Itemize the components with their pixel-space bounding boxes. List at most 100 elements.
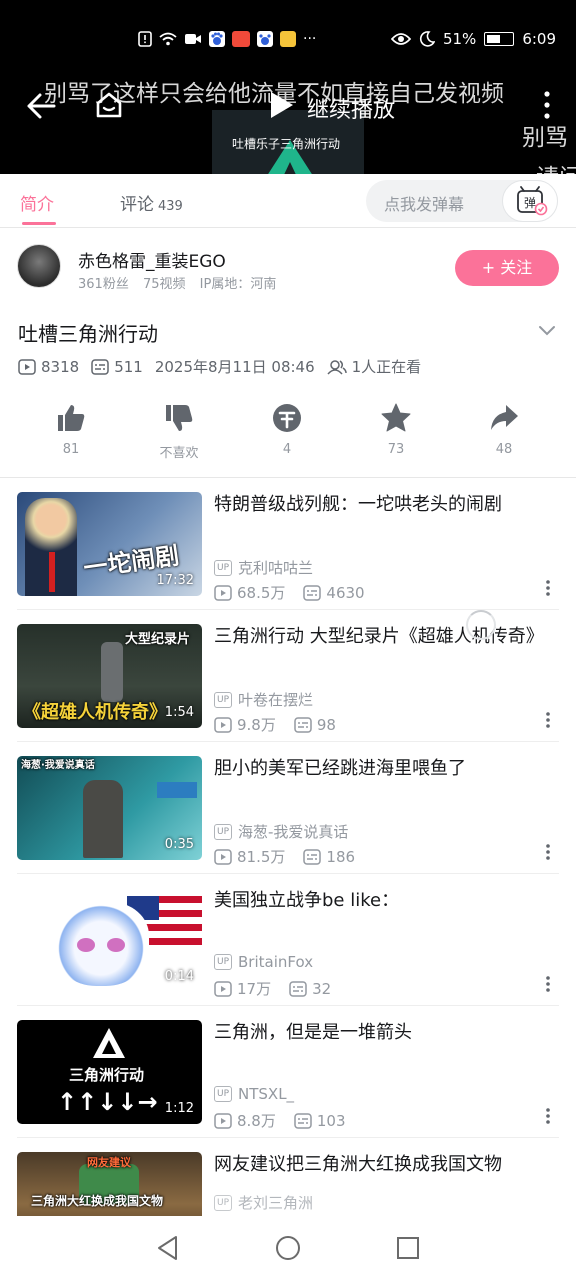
recents-square-icon[interactable] bbox=[394, 1234, 422, 1262]
dislike-button[interactable]: 不喜欢 bbox=[139, 400, 219, 461]
related-video-title[interactable]: 三角洲，但是是一堆箭头 bbox=[214, 1020, 554, 1046]
coin-count: 4 bbox=[282, 442, 292, 457]
related-play-count: 8.8万 bbox=[214, 1110, 276, 1131]
video-thumbnail[interactable]: 海葱·我爱说真话 0:35 bbox=[17, 756, 202, 860]
battery-percent: 51% bbox=[442, 30, 477, 48]
status-icons-left: ··· bbox=[138, 31, 316, 47]
related-video-title[interactable]: 美国独立战争be like： bbox=[214, 888, 554, 914]
favorite-button[interactable]: 73 bbox=[356, 400, 436, 457]
more-vertical-icon[interactable] bbox=[543, 1106, 553, 1126]
danmaku-toggle-button[interactable]: 弹 bbox=[502, 180, 558, 222]
video-thumbnail[interactable]: 0:14 bbox=[17, 888, 202, 992]
home-icon[interactable] bbox=[94, 90, 124, 120]
coin-button[interactable]: 4 bbox=[247, 400, 327, 457]
thumbnail-caption: 网友建议 bbox=[87, 1156, 131, 1169]
related-uploader: UP 克利咕咕兰 bbox=[214, 557, 313, 578]
play-count-value: 8318 bbox=[41, 357, 80, 376]
chevron-down-icon[interactable] bbox=[537, 320, 557, 340]
more-vertical-icon[interactable] bbox=[543, 710, 553, 730]
viewers-icon bbox=[327, 359, 347, 375]
uploader-fans: 361粉丝 bbox=[78, 277, 129, 292]
follow-button[interactable]: + 关注 bbox=[455, 250, 559, 286]
video-duration: 0:14 bbox=[164, 969, 194, 984]
related-video-title[interactable]: 胆小的美军已经跳进海里喂鱼了 bbox=[214, 756, 554, 782]
thumbnail-caption: ↑↑↓↓→ bbox=[57, 1088, 158, 1116]
list-item[interactable]: 海葱·我爱说真话 0:35 胆小的美军已经跳进海里喂鱼了 UP 海葱-我爱说真话 81.5… bbox=[17, 742, 559, 874]
list-item[interactable]: 0:14 美国独立战争be like： UP BritainFox 17万 32 bbox=[17, 874, 559, 1006]
more-vertical-icon[interactable] bbox=[543, 578, 553, 598]
video-player[interactable]: 吐槽乐子三角洲行动 ··· 51% 6:09 别骂了这样只会给他流量不如直接自己… bbox=[0, 0, 576, 174]
more-vertical-icon[interactable] bbox=[540, 90, 554, 120]
like-button[interactable]: 81 bbox=[31, 400, 111, 457]
related-play-count: 68.5万 bbox=[214, 582, 285, 603]
back-triangle-icon[interactable] bbox=[154, 1234, 182, 1262]
clock: 6:09 bbox=[522, 30, 556, 48]
video-stats: 8318 511 2025年8月11日 08:46 1人正在看 bbox=[18, 356, 433, 377]
status-bar: ··· 51% 6:09 bbox=[0, 28, 576, 56]
back-arrow-icon[interactable] bbox=[26, 92, 56, 120]
video-duration: 17:32 bbox=[156, 573, 194, 588]
play-icon[interactable] bbox=[266, 90, 296, 120]
related-uploader: UP 叶卷在摆烂 bbox=[214, 689, 313, 710]
uploader-name[interactable]: 赤色格雷_重装EGO bbox=[78, 247, 226, 272]
danmaku-comment: 别骂 bbox=[522, 125, 568, 151]
video-title: 吐槽三角洲行动 bbox=[18, 322, 158, 346]
danmaku-count-icon bbox=[91, 358, 109, 375]
up-badge-icon: UP bbox=[214, 1086, 233, 1102]
up-badge-icon: UP bbox=[214, 559, 233, 576]
alert-icon bbox=[138, 31, 152, 47]
related-danmaku-count-value: 103 bbox=[316, 1111, 346, 1130]
home-circle-icon[interactable] bbox=[274, 1234, 302, 1262]
thumbs-down-icon bbox=[166, 405, 193, 431]
video-thumbnail[interactable]: 三角洲行动 ↑↑↓↓→ 1:12 bbox=[17, 1020, 202, 1124]
avatar[interactable] bbox=[17, 244, 61, 288]
moon-icon bbox=[419, 31, 435, 47]
list-item[interactable]: 三角洲行动 ↑↑↓↓→ 1:12 三角洲，但是是一堆箭头 UP NTSXL_ 8.8万 103 bbox=[17, 1006, 559, 1138]
share-button[interactable]: 48 bbox=[464, 400, 544, 457]
danmaku-count: 511 bbox=[91, 358, 143, 376]
related-video-title[interactable]: 网友建议把三角洲大红换成我国文物 bbox=[214, 1152, 554, 1178]
tab-comments[interactable]: 评论 439 bbox=[120, 190, 183, 215]
watching-now: 1人正在看 bbox=[327, 356, 421, 377]
up-badge-icon: UP bbox=[214, 691, 233, 708]
favorite-count: 73 bbox=[387, 442, 405, 457]
danmaku-count-icon bbox=[303, 848, 322, 865]
related-danmaku-count: 186 bbox=[303, 848, 355, 866]
related-stats: 68.5万 4630 bbox=[214, 582, 383, 603]
more-vertical-icon[interactable] bbox=[543, 974, 553, 994]
video-thumbnail[interactable]: 《超雄人机传奇》 大型纪录片 1:54 bbox=[17, 624, 202, 728]
uploader-videos: 75视频 bbox=[142, 277, 186, 292]
up-badge-icon: UP bbox=[214, 823, 233, 840]
list-item[interactable]: 一坨闹剧 17:32 特朗普级战列舰：一坨哄老头的闹剧 UP 克利咕咕兰 68.5万 463… bbox=[17, 478, 559, 610]
video-thumbnail[interactable]: 一坨闹剧 17:32 bbox=[17, 492, 202, 596]
related-play-count-value: 8.8万 bbox=[237, 1112, 276, 1130]
video-duration: 1:54 bbox=[164, 705, 194, 720]
related-video-title[interactable]: 特朗普级战列舰：一坨哄老头的闹剧 bbox=[214, 492, 554, 518]
video-duration: 0:35 bbox=[164, 837, 194, 852]
more-vertical-icon[interactable] bbox=[543, 842, 553, 862]
more-dots-icon: ··· bbox=[303, 31, 317, 47]
share-icon bbox=[491, 405, 518, 430]
app-yellow-icon bbox=[280, 31, 296, 47]
related-stats: 9.8万 98 bbox=[214, 714, 354, 735]
related-play-count-value: 9.8万 bbox=[237, 716, 276, 734]
tab-active-indicator bbox=[22, 222, 56, 225]
video-call-icon bbox=[185, 34, 201, 44]
danmaku-count-value: 511 bbox=[114, 357, 143, 376]
action-bar: 81 不喜欢 4 73 48 bbox=[0, 400, 576, 478]
video-duration: 1:12 bbox=[164, 1101, 194, 1116]
danmaku-input[interactable]: 点我发弹幕 弹 bbox=[366, 180, 558, 222]
danmaku-count-icon bbox=[289, 980, 307, 997]
uploader-row: 赤色格雷_重装EGO 361粉丝 75视频 IP属地：河南 + 关注 bbox=[0, 228, 576, 304]
tab-intro[interactable]: 简介 bbox=[20, 190, 54, 215]
app-red-icon bbox=[232, 31, 250, 47]
thumbnail-caption: 三角洲大红换成我国文物 bbox=[31, 1194, 164, 1208]
thumb-sign bbox=[157, 782, 197, 798]
related-play-count: 17万 bbox=[214, 978, 271, 999]
related-stats: 81.5万 186 bbox=[214, 846, 373, 867]
tab-comments-label: 评论 bbox=[120, 195, 154, 215]
related-video-title[interactable]: 三角洲行动 大型纪录片《超雄人机传奇》 bbox=[214, 624, 554, 650]
related-play-count: 81.5万 bbox=[214, 846, 285, 867]
related-play-count: 9.8万 bbox=[214, 714, 276, 735]
resume-play-label[interactable]: 继续播放 bbox=[307, 92, 395, 124]
